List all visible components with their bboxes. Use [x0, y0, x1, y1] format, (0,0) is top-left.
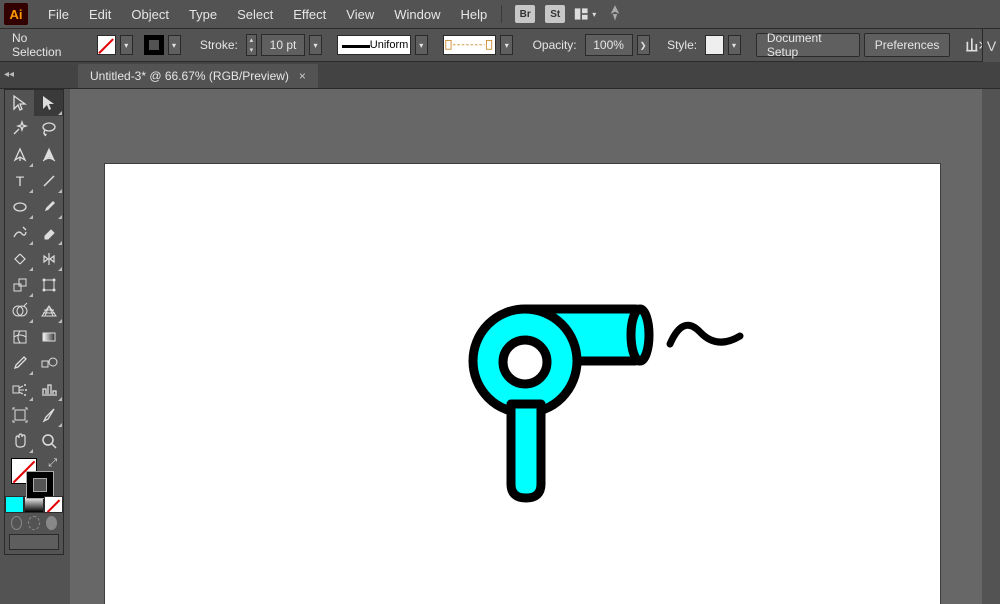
swap-fill-stroke-icon[interactable]: ⤢ — [48, 457, 57, 470]
shaper-tool[interactable] — [5, 220, 34, 246]
brush-definition-dropdown[interactable]: ▾ — [500, 35, 513, 55]
menu-window[interactable]: Window — [384, 0, 450, 29]
gradient-swatch[interactable] — [24, 496, 43, 513]
graphic-style-swatch[interactable] — [705, 35, 723, 55]
brush-preview-icon — [444, 36, 495, 54]
screen-mode-button[interactable] — [9, 534, 59, 550]
stroke-weight-dropdown[interactable]: ▾ — [309, 35, 322, 55]
chevron-down-icon: ▾ — [592, 10, 596, 19]
opacity-dropdown[interactable]: ❯ — [637, 35, 650, 55]
gpu-preview-button[interactable] — [604, 3, 626, 25]
artboard-tool[interactable] — [5, 402, 34, 428]
draw-behind-icon[interactable] — [28, 516, 39, 530]
stock-button[interactable]: St — [544, 3, 566, 25]
style-label: Style: — [663, 38, 701, 52]
menu-file[interactable]: File — [38, 0, 79, 29]
shape-builder-tool[interactable] — [5, 298, 34, 324]
menu-select[interactable]: Select — [227, 0, 283, 29]
align-panel-button[interactable] — [964, 34, 984, 56]
menu-view[interactable]: View — [336, 0, 384, 29]
opacity-label: Opacity: — [529, 38, 581, 52]
app-logo: Ai — [4, 3, 28, 25]
panel-collapse-handle[interactable]: ◂◂ — [3, 67, 15, 81]
menu-bar: Ai File Edit Object Type Select Effect V… — [0, 0, 1000, 29]
stroke-weight-stepper[interactable]: ▴ ▾ — [246, 34, 257, 56]
stroke-label: Stroke: — [196, 38, 242, 52]
column-graph-tool[interactable] — [34, 376, 63, 402]
menu-help[interactable]: Help — [450, 0, 497, 29]
artwork-hair-dryer — [465, 304, 775, 524]
document-tab-title: Untitled-3* @ 66.67% (RGB/Preview) — [90, 69, 289, 83]
document-tab-bar: Untitled-3* @ 66.67% (RGB/Preview) × — [0, 62, 1000, 89]
menu-edit[interactable]: Edit — [79, 0, 121, 29]
opacity-input[interactable]: 100% — [585, 34, 633, 56]
variable-width-dropdown[interactable]: ▾ — [415, 35, 428, 55]
bridge-icon: Br — [515, 5, 535, 23]
workspace — [70, 89, 982, 604]
fill-stroke-control[interactable]: ⤢ — [5, 454, 63, 496]
rocket-icon — [604, 3, 626, 25]
align-icon — [964, 35, 984, 55]
svg-text:T: T — [15, 173, 24, 189]
stroke-dropdown[interactable]: ▾ — [168, 35, 181, 55]
artboard[interactable] — [105, 164, 940, 604]
right-panel-collapsed[interactable]: V — [982, 29, 1000, 62]
document-tab[interactable]: Untitled-3* @ 66.67% (RGB/Preview) × — [78, 64, 318, 88]
fill-swatch[interactable] — [97, 35, 115, 55]
brush-profile-label: Uniform — [370, 39, 409, 51]
fill-dropdown[interactable]: ▾ — [120, 35, 133, 55]
stroke-weight-input[interactable]: 10 pt — [261, 34, 305, 56]
bridge-button[interactable]: Br — [514, 3, 536, 25]
pen-tool[interactable] — [5, 142, 34, 168]
separator — [501, 5, 502, 23]
stroke-swatch[interactable] — [144, 35, 163, 55]
hand-tool[interactable] — [5, 428, 34, 454]
variable-width-profile[interactable]: Uniform — [337, 35, 410, 55]
close-tab-button[interactable]: × — [299, 69, 306, 83]
arrange-docs-button[interactable]: ▾ — [574, 3, 596, 25]
color-mode-row — [5, 496, 63, 514]
line-segment-tool[interactable] — [34, 168, 63, 194]
control-bar: No Selection ▾ ▾ Stroke: ▴ ▾ 10 pt ▾ Uni… — [0, 29, 1000, 62]
scale-tool[interactable] — [5, 272, 34, 298]
ellipse-tool[interactable] — [5, 194, 34, 220]
blend-tool[interactable] — [34, 350, 63, 376]
brush-definition[interactable] — [443, 35, 496, 55]
perspective-grid-tool[interactable] — [34, 298, 63, 324]
reflect-tool[interactable] — [34, 246, 63, 272]
menu-object[interactable]: Object — [121, 0, 179, 29]
paintbrush-tool[interactable] — [34, 194, 63, 220]
draw-mode-row — [5, 514, 63, 532]
document-setup-button[interactable]: Document Setup — [756, 33, 860, 57]
slice-tool[interactable] — [34, 402, 63, 428]
eraser-tool[interactable] — [34, 220, 63, 246]
draw-inside-icon[interactable] — [46, 516, 57, 530]
none-swatch[interactable] — [44, 496, 63, 513]
curvature-tool[interactable] — [34, 142, 63, 168]
mesh-tool[interactable] — [5, 324, 34, 350]
stroke-indicator[interactable] — [27, 472, 53, 498]
zoom-tool[interactable] — [34, 428, 63, 454]
type-tool[interactable]: T — [5, 168, 34, 194]
preferences-button[interactable]: Preferences — [864, 33, 951, 57]
selection-tool[interactable] — [5, 90, 34, 116]
draw-normal-icon[interactable] — [11, 516, 22, 530]
menu-effect[interactable]: Effect — [283, 0, 336, 29]
menu-type[interactable]: Type — [179, 0, 227, 29]
gradient-tool[interactable] — [34, 324, 63, 350]
screen-mode-row — [5, 532, 63, 554]
lasso-tool[interactable] — [34, 116, 63, 142]
magic-wand-tool[interactable] — [5, 116, 34, 142]
eyedropper-tool[interactable] — [5, 350, 34, 376]
color-swatch-cyan[interactable] — [5, 496, 24, 513]
tool-panel: T ⤢ — [4, 89, 64, 555]
free-transform-tool[interactable] — [34, 272, 63, 298]
graphic-style-dropdown[interactable]: ▾ — [728, 35, 741, 55]
selection-status: No Selection — [8, 31, 78, 59]
arrange-docs-icon — [574, 6, 590, 22]
direct-selection-tool[interactable] — [34, 90, 63, 116]
rotate-tool[interactable] — [5, 246, 34, 272]
symbol-sprayer-tool[interactable] — [5, 376, 34, 402]
stock-icon: St — [545, 5, 565, 23]
